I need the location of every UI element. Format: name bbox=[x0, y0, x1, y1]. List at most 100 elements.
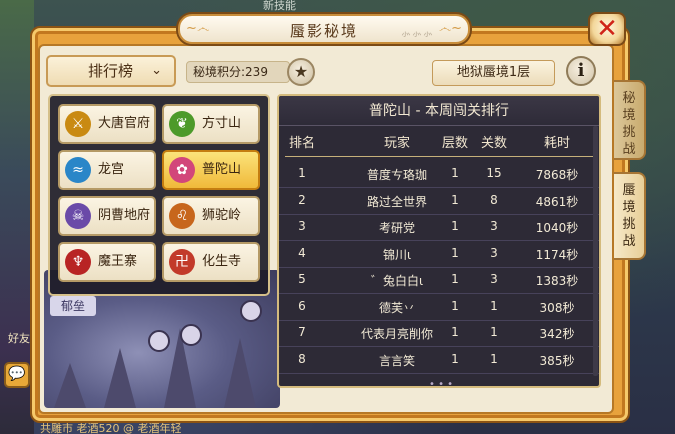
table-scrollbar[interactable] bbox=[593, 126, 598, 376]
background-top-text: 新技能 bbox=[263, 0, 296, 12]
cell-floor: 1 bbox=[451, 166, 459, 180]
cell-rank: 3 bbox=[298, 219, 306, 233]
skull-emblem-icon: ☠ bbox=[65, 203, 91, 229]
cell-floor: 1 bbox=[451, 245, 459, 260]
table-header: 排名 玩家 层数 关数 耗时 bbox=[279, 128, 599, 154]
ranking-table: 普陀山 - 本周闯关排行 排名 玩家 层数 关数 耗时 1 普度ㄘ珞珈 1 15 786… bbox=[277, 94, 601, 388]
header-stage: 关数 bbox=[480, 136, 507, 151]
sect-selector-panel: ⚔ 大唐官府 ❦ 方寸山 ≈ 龙宫 ✿ 普陀山 ☠ 阴曹地府 ♌ 狮驼岭 ♆ 魔王寨 卍化生寺 bbox=[48, 94, 270, 296]
table-row[interactable]: 3 考研党 1 3 1040秒 bbox=[279, 215, 599, 241]
cell-rank: 4 bbox=[298, 245, 306, 260]
cell-rank: 5 bbox=[298, 272, 306, 286]
wave-emblem-icon: ≈ bbox=[65, 157, 91, 183]
ranking-dropdown-label: 排行榜 bbox=[88, 62, 134, 80]
cell-time: 4861秒 bbox=[535, 194, 579, 209]
chat-bubble-icon[interactable]: 💬 bbox=[4, 362, 30, 388]
leaf-emblem-icon: ❦ bbox=[169, 111, 195, 137]
tab-mirage-challenge[interactable]: 蜃境挑战 bbox=[614, 172, 646, 260]
cell-stage: 3 bbox=[490, 219, 498, 233]
cell-stage: 1 bbox=[490, 298, 498, 313]
table-row[interactable]: 8 言言笑 1 1 385秒 bbox=[279, 348, 599, 374]
sect-label: 方寸山 bbox=[202, 116, 242, 131]
cell-stage: 8 bbox=[490, 192, 498, 207]
cell-stage: 3 bbox=[490, 272, 498, 286]
rock-spire bbox=[224, 338, 256, 408]
close-button[interactable]: ✕ bbox=[588, 12, 626, 46]
temple-emblem-icon: 卍 bbox=[169, 249, 195, 275]
level-selector-button[interactable]: 地狱蜃境1层 bbox=[432, 60, 555, 86]
cloud-ornament-right-icon: ෴~ bbox=[438, 21, 462, 36]
table-row[interactable]: 2 路过全世界 1 8 4861秒 bbox=[279, 189, 599, 215]
cell-rank: 8 bbox=[298, 351, 306, 366]
sect-label: 化生寺 bbox=[202, 254, 242, 269]
sect-label: 普陀山 bbox=[202, 162, 242, 177]
table-row[interactable]: 1 普度ㄘ珞珈 1 15 7868秒 bbox=[279, 162, 599, 188]
more-rows-indicator: • • • bbox=[429, 379, 454, 388]
cell-stage: 3 bbox=[490, 245, 498, 260]
cell-stage: 1 bbox=[490, 325, 498, 339]
header-floor: 层数 bbox=[441, 136, 468, 151]
rock-spire bbox=[104, 348, 136, 408]
table-row[interactable]: 6 德芙丷 1 1 308秒 bbox=[279, 295, 599, 321]
sect-button[interactable]: ✿ 普陀山 bbox=[162, 150, 260, 190]
cell-time: 1174秒 bbox=[535, 247, 579, 262]
cell-rank: 2 bbox=[298, 192, 306, 207]
cell-stage: 1 bbox=[490, 351, 498, 366]
demon-emblem-icon: ♆ bbox=[65, 249, 91, 275]
cell-floor: 1 bbox=[451, 351, 459, 366]
lotus-emblem-icon: ✿ bbox=[169, 157, 195, 183]
cell-rank: 7 bbox=[298, 325, 306, 339]
header-divider bbox=[285, 156, 593, 157]
ghost-figure bbox=[180, 324, 202, 346]
ranking-dropdown[interactable]: 排行榜 ⌄ bbox=[46, 55, 176, 87]
star-icon[interactable]: ★ bbox=[287, 58, 315, 86]
cell-time: 308秒 bbox=[539, 300, 575, 315]
table-row[interactable]: 5 ゛兔白白ι 1 3 1383秒 bbox=[279, 268, 599, 294]
sword-emblem-icon: ⚔ bbox=[65, 111, 91, 137]
table-row[interactable]: 7 代表月亮削你 1 1 342秒 bbox=[279, 321, 599, 347]
cell-time: 385秒 bbox=[539, 353, 575, 368]
info-icon[interactable]: i bbox=[566, 56, 596, 86]
window-title: 蜃影秘境 bbox=[289, 22, 358, 40]
sect-label: 魔王寨 bbox=[98, 254, 138, 269]
header-rank: 排名 bbox=[288, 136, 315, 151]
title-plaque: ~෴ ⺗⺗⺗ 蜃影秘境 ෴~ bbox=[178, 14, 470, 44]
scene-name-label: 郁垒 bbox=[50, 296, 96, 316]
sect-button[interactable]: ♆ 魔王寨 bbox=[58, 242, 156, 282]
friends-label[interactable]: 好友 bbox=[8, 330, 30, 346]
sect-label: 龙宫 bbox=[98, 162, 125, 177]
cell-floor: 1 bbox=[451, 219, 459, 233]
cell-rank: 1 bbox=[298, 166, 306, 180]
cell-floor: 1 bbox=[451, 272, 459, 286]
sect-label: 大唐官府 bbox=[98, 116, 151, 131]
sect-button[interactable]: ♌ 狮驼岭 bbox=[162, 196, 260, 236]
tab-label: 蜃境挑战 bbox=[622, 183, 636, 249]
cell-floor: 1 bbox=[451, 325, 459, 339]
cell-time: 7868秒 bbox=[535, 168, 579, 182]
cell-time: 342秒 bbox=[539, 327, 575, 341]
close-icon: ✕ bbox=[596, 14, 618, 44]
chevron-down-icon: ⌄ bbox=[151, 63, 162, 78]
row-divider bbox=[279, 372, 599, 374]
rock-spire bbox=[54, 363, 86, 408]
cell-stage: 15 bbox=[486, 166, 502, 180]
sect-button[interactable]: ≈ 龙宫 bbox=[58, 150, 156, 190]
table-row[interactable]: 4 锦川ι 1 3 1174秒 bbox=[279, 242, 599, 268]
sect-button[interactable]: 卍化生寺 bbox=[162, 242, 260, 282]
cell-time: 1383秒 bbox=[535, 274, 579, 288]
sect-button[interactable]: ⚔ 大唐官府 bbox=[58, 104, 156, 144]
cell-rank: 6 bbox=[298, 298, 306, 313]
tab-secret-realm-challenge[interactable]: 秘境挑战 bbox=[614, 80, 646, 160]
ghost-figure bbox=[240, 300, 262, 322]
sect-label: 阴曹地府 bbox=[98, 208, 151, 223]
tab-label: 秘境挑战 bbox=[622, 91, 636, 157]
ranking-title: 普陀山 - 本周闯关排行 bbox=[369, 103, 509, 119]
cell-floor: 1 bbox=[451, 192, 459, 207]
cell-floor: 1 bbox=[451, 298, 459, 313]
lion-emblem-icon: ♌ bbox=[169, 203, 195, 229]
secret-realm-score: 秘境积分:239 bbox=[186, 61, 290, 83]
sect-button[interactable]: ❦ 方寸山 bbox=[162, 104, 260, 144]
cell-time: 1040秒 bbox=[535, 221, 579, 235]
sect-label: 狮驼岭 bbox=[202, 208, 242, 223]
sect-button[interactable]: ☠ 阴曹地府 bbox=[58, 196, 156, 236]
